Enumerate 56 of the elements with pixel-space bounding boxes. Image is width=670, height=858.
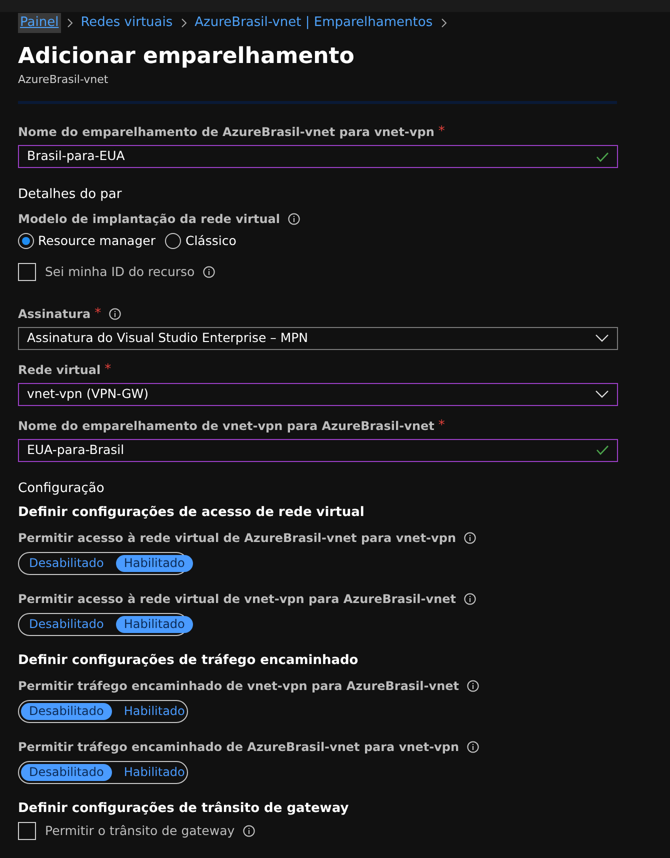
toggle-option[interactable]: Desabilitado xyxy=(21,702,112,720)
chevron-down-icon xyxy=(595,390,609,398)
info-icon[interactable] xyxy=(109,308,122,320)
chevron-down-icon xyxy=(595,334,609,342)
input-field[interactable]: Brasil-para-EUA xyxy=(18,145,618,168)
radio-button[interactable]: Clássico xyxy=(165,232,236,251)
toggle-option[interactable]: Habilitado xyxy=(116,616,193,632)
checkmark-icon xyxy=(596,445,609,455)
info-icon[interactable] xyxy=(242,824,255,837)
breadcrumb-link[interactable]: AzureBrasil-vnet | Emparelhamentos xyxy=(192,13,435,33)
info-icon[interactable] xyxy=(464,532,476,544)
required-asterisk: * xyxy=(438,418,445,434)
info-icon[interactable] xyxy=(202,266,215,278)
toggle-option[interactable]: Desabilitado xyxy=(21,616,112,632)
field-label: Permitir acesso à rede virtual de vnet-vpn para AzureBrasil-vnet xyxy=(18,590,456,606)
required-asterisk: * xyxy=(438,124,445,140)
chevron-right-icon xyxy=(66,18,74,28)
checkbox[interactable] xyxy=(18,822,36,840)
breadcrumb-link[interactable]: Painel xyxy=(18,13,61,33)
field-label: Modelo de implantação da rede virtual xyxy=(18,211,280,227)
info-icon[interactable] xyxy=(467,740,480,752)
section-heading: Detalhes do par xyxy=(18,186,123,204)
breadcrumb-link[interactable]: Redes virtuais xyxy=(78,13,175,33)
field-label: Assinatura xyxy=(18,306,91,322)
section-heading: Configuração xyxy=(18,480,106,498)
checkbox-label: Sei minha ID do recurso xyxy=(45,262,195,281)
checkbox[interactable] xyxy=(18,263,36,282)
checkmark-icon xyxy=(596,152,609,162)
checkbox-label: Permitir o trânsito de gateway xyxy=(45,822,235,840)
input-field[interactable]: EUA-para-Brasil xyxy=(18,438,618,462)
dropdown[interactable]: vnet-vpn (VPN-GW) xyxy=(18,382,618,406)
info-icon[interactable] xyxy=(288,213,300,225)
toggle-option[interactable]: Habilitado xyxy=(116,702,193,720)
section-heading: Definir configurações de trânsito de gateway xyxy=(18,800,350,818)
field-label: Nome do emparelhamento de vnet-vpn para AzureBrasil-vnet xyxy=(18,418,434,434)
radio-button[interactable]: Resource manager xyxy=(18,232,156,251)
field-label: Permitir tráfego encaminhado de vnet-vpn para AzureBrasil-vnet xyxy=(18,678,460,694)
info-icon[interactable] xyxy=(467,680,480,692)
field-label: Rede virtual xyxy=(18,362,101,378)
required-asterisk: * xyxy=(94,306,102,322)
chevron-right-icon xyxy=(440,18,448,28)
field-label: Permitir acesso à rede virtual de AzureBrasil-vnet para vnet-vpn xyxy=(18,530,456,546)
page-subtitle: AzureBrasil-vnet xyxy=(18,73,110,87)
field-label: Permitir tráfego encaminhado de AzureBrasil-vnet para vnet-vpn xyxy=(18,738,460,754)
section-heading: Definir configurações de tráfego encaminhado xyxy=(18,652,360,670)
page-title: Adicionar emparelhamento xyxy=(18,43,356,71)
toggle-option[interactable]: Desabilitado xyxy=(21,764,112,780)
dropdown[interactable]: Assinatura do Visual Studio Enterprise – MPN xyxy=(18,326,618,350)
toggle-option[interactable]: Habilitado xyxy=(116,554,193,572)
section-heading: Definir configurações de acesso de rede virtual xyxy=(18,504,366,522)
toggle-option[interactable]: Habilitado xyxy=(116,764,193,780)
chevron-right-icon xyxy=(180,18,188,28)
toggle-option[interactable]: Desabilitado xyxy=(21,554,112,572)
info-icon[interactable] xyxy=(464,592,476,604)
field-label: Nome do emparelhamento de AzureBrasil-vnet para vnet-vpn xyxy=(18,124,434,140)
required-asterisk: * xyxy=(104,362,112,378)
